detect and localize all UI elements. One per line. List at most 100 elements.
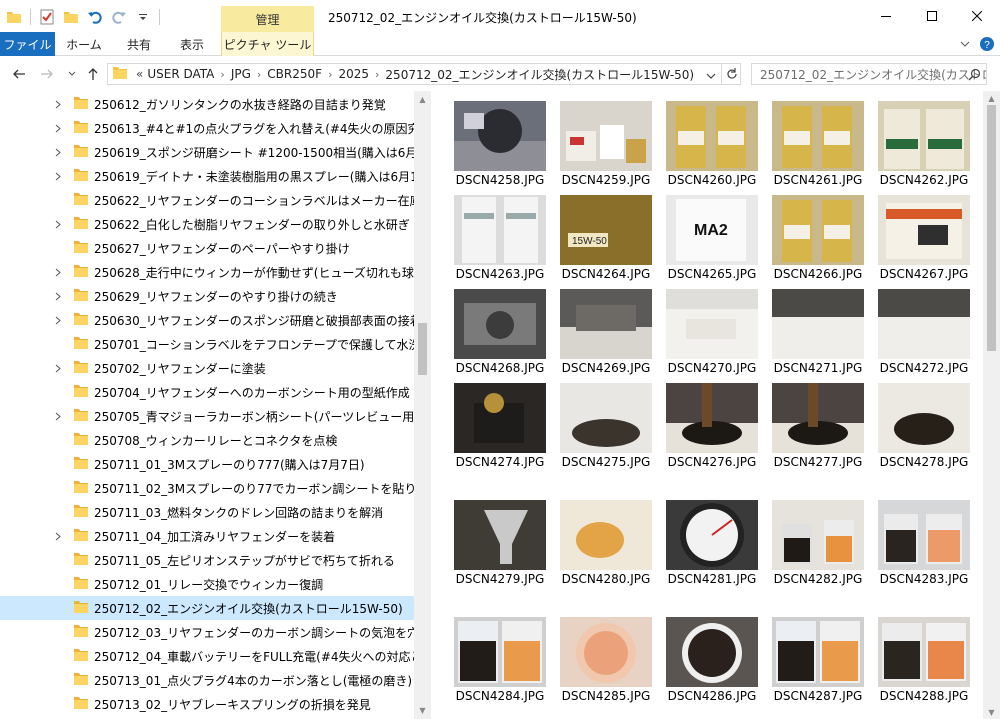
- tab-picture-tools[interactable]: ピクチャ ツール: [221, 32, 314, 56]
- folder-tree-item[interactable]: 250622_白化した樹脂リヤフェンダーの取り外しと水研ぎ: [0, 212, 414, 236]
- scroll-down-icon[interactable]: ▼: [983, 705, 1000, 719]
- file-thumbnail-item[interactable]: DSCN4262.JPG: [878, 101, 970, 191]
- file-thumbnail-item[interactable]: DSCN4268.JPG: [454, 289, 546, 379]
- up-button[interactable]: [84, 65, 102, 83]
- customize-toolbar-icon[interactable]: [133, 7, 153, 27]
- folder-tree-item[interactable]: 250627_リヤフェンダーのペーパーやすり掛け: [0, 236, 414, 260]
- redo-icon[interactable]: [109, 7, 129, 27]
- folder-icon[interactable]: [4, 7, 24, 27]
- address-bar[interactable]: « USER DATA › JPG › CBR250F › 2025 › 250…: [107, 63, 741, 85]
- folder-tree-item[interactable]: 250702_リヤフェンダーに塗装: [0, 356, 414, 380]
- folder-tree-item[interactable]: 250629_リヤフェンダーのやすり掛けの続き: [0, 284, 414, 308]
- file-thumbnail-item[interactable]: DSCN4276.JPG: [666, 383, 758, 473]
- folder-tree-item[interactable]: 250711_04_加工済みリヤフェンダーを装着: [0, 524, 414, 548]
- tab-share[interactable]: 共有: [115, 32, 163, 56]
- tab-home[interactable]: ホーム: [60, 32, 108, 56]
- scroll-up-icon[interactable]: ▲: [414, 91, 431, 108]
- scrollbar-thumb[interactable]: [418, 323, 427, 375]
- breadcrumb-overflow[interactable]: «: [136, 67, 143, 81]
- file-thumbnail-item[interactable]: DSCN4263.JPG: [454, 195, 546, 285]
- file-thumbnail-item[interactable]: DSCN4274.JPG: [454, 383, 546, 473]
- breadcrumb-current-folder[interactable]: 250712_02_エンジンオイル交換(カストロール15W-50): [385, 66, 694, 83]
- search-input[interactable]: 250712_02_エンジンオイル交換(カストロ...: [751, 63, 987, 85]
- chevron-right-icon[interactable]: [52, 122, 64, 134]
- breadcrumb-separator-icon[interactable]: ›: [257, 68, 261, 81]
- file-thumbnail-item[interactable]: DSCN4260.JPG: [666, 101, 758, 191]
- folder-tree-item[interactable]: 250711_05_左ピリオンステップがサビで朽ちて折れる: [0, 548, 414, 572]
- file-thumbnail-item[interactable]: DSCN4271.JPG: [772, 289, 864, 379]
- file-thumbnail-item[interactable]: DSCN4278.JPG: [878, 383, 970, 473]
- search-icon[interactable]: [968, 68, 981, 84]
- minimize-button[interactable]: [863, 0, 909, 32]
- navigation-scrollbar[interactable]: ▲ ▼: [414, 91, 431, 719]
- manage-context-tab[interactable]: 管理: [221, 6, 314, 32]
- scroll-up-icon[interactable]: ▲: [983, 91, 1000, 105]
- back-button[interactable]: [10, 65, 28, 83]
- file-thumbnail-item[interactable]: DSCN4266.JPG: [772, 195, 864, 285]
- help-icon[interactable]: ?: [978, 36, 996, 52]
- file-thumbnail-item[interactable]: DSCN4284.JPG: [454, 617, 546, 707]
- chevron-right-icon[interactable]: [52, 146, 64, 158]
- refresh-icon[interactable]: [721, 63, 741, 85]
- forward-button[interactable]: [38, 65, 56, 83]
- recent-locations-button[interactable]: [63, 65, 81, 83]
- folder-tree-item[interactable]: 250711_03_燃料タンクのドレン回路の詰まりを解消: [0, 500, 414, 524]
- folder-tree-item[interactable]: 250711_02_3Mスプレーのり77でカーボン調シートを貼り直し: [0, 476, 414, 500]
- folder-tree-item[interactable]: 250711_01_3Mスプレーのり777(購入は7月7日): [0, 452, 414, 476]
- folder-tree-item[interactable]: 250712_02_エンジンオイル交換(カストロール15W-50): [0, 596, 414, 620]
- scroll-down-icon[interactable]: ▼: [414, 702, 431, 719]
- folder-tree-item[interactable]: 250713_01_点火プラグ4本のカーボン落とし(電極の磨き): [0, 668, 414, 692]
- folder-tree-item[interactable]: 250613_#4と#1の点火プラグを入れ替え(#4失火の原因究明として初: [0, 116, 414, 140]
- file-thumbnail-item[interactable]: DSCN4275.JPG: [560, 383, 652, 473]
- file-thumbnail-item[interactable]: 15W-50 DSCN4264.JPG: [560, 195, 652, 285]
- folder-tree-item[interactable]: 250713_02_リヤブレーキスプリングの折損を発見: [0, 692, 414, 716]
- folder-tree-item[interactable]: 250704_リヤフェンダーへのカーボンシート用の型紙作成: [0, 380, 414, 404]
- folder-tree-item[interactable]: 250712_01_リレー交換でウィンカー復調: [0, 572, 414, 596]
- properties-icon[interactable]: [37, 7, 57, 27]
- chevron-right-icon[interactable]: [52, 530, 64, 542]
- file-thumbnail-item[interactable]: DSCN4258.JPG: [454, 101, 546, 191]
- file-thumbnail-item[interactable]: DSCN4277.JPG: [772, 383, 864, 473]
- file-thumbnail-item[interactable]: DSCN4267.JPG: [878, 195, 970, 285]
- breadcrumb-separator-icon[interactable]: ›: [375, 68, 379, 81]
- close-button[interactable]: [954, 0, 1000, 32]
- file-thumbnail-item[interactable]: DSCN4280.JPG: [560, 500, 652, 590]
- file-thumbnail-item[interactable]: DSCN4286.JPG: [666, 617, 758, 707]
- file-thumbnail-item[interactable]: DSCN4285.JPG: [560, 617, 652, 707]
- folder-tree-item[interactable]: 250712_03_リヤフェンダーのカーボン調シートの気泡を穴あけで貼り付け: [0, 620, 414, 644]
- new-folder-icon[interactable]: [61, 7, 81, 27]
- file-thumbnail-item[interactable]: DSCN4272.JPG: [878, 289, 970, 379]
- chevron-right-icon[interactable]: [52, 266, 64, 278]
- folder-tree-item[interactable]: 250705_青マジョーラカーボン柄シート(パーツレビュー用): [0, 404, 414, 428]
- breadcrumb-jpg[interactable]: JPG: [231, 67, 251, 81]
- folder-tree-item[interactable]: 250622_リヤフェンダーのコーションラベルはメーカー在庫無し: [0, 188, 414, 212]
- breadcrumb-separator-icon[interactable]: ›: [328, 68, 332, 81]
- folder-tree-item[interactable]: 250712_04_車載バッテリーをFULL充電(#4失火への対応として): [0, 644, 414, 668]
- tab-view[interactable]: 表示: [168, 32, 216, 56]
- chevron-right-icon[interactable]: [52, 290, 64, 302]
- chevron-right-icon[interactable]: [52, 170, 64, 182]
- maximize-button[interactable]: [909, 0, 955, 32]
- file-thumbnail-item[interactable]: DSCN4282.JPG: [772, 500, 864, 590]
- file-thumbnail-item[interactable]: DSCN4259.JPG: [560, 101, 652, 191]
- breadcrumb-cbr250f[interactable]: CBR250F: [267, 67, 322, 81]
- content-scrollbar[interactable]: ▲ ▼: [983, 91, 1000, 719]
- tab-file[interactable]: ファイル: [0, 32, 55, 56]
- file-thumbnail-item[interactable]: DSCN4269.JPG: [560, 289, 652, 379]
- folder-tree-item[interactable]: 250619_スポンジ研磨シート #1200-1500相当(購入は6月17日): [0, 140, 414, 164]
- file-thumbnail-item[interactable]: DSCN4288.JPG: [878, 617, 970, 707]
- chevron-right-icon[interactable]: [52, 314, 64, 326]
- chevron-right-icon[interactable]: [52, 410, 64, 422]
- folder-tree-item[interactable]: 250708_ウィンカーリレーとコネクタを点検: [0, 428, 414, 452]
- breadcrumb-separator-icon[interactable]: ›: [220, 68, 224, 81]
- file-thumbnail-item[interactable]: MA2 DSCN4265.JPG: [666, 195, 758, 285]
- scrollbar-thumb[interactable]: [987, 105, 996, 351]
- file-thumbnail-item[interactable]: DSCN4270.JPG: [666, 289, 758, 379]
- folder-tree-item[interactable]: 250628_走行中にウィンカーが作動せず(ヒューズ切れも球切れ無し): [0, 260, 414, 284]
- chevron-right-icon[interactable]: [52, 362, 64, 374]
- expand-ribbon-icon[interactable]: [958, 36, 972, 52]
- address-dropdown-icon[interactable]: [706, 69, 716, 83]
- undo-icon[interactable]: [85, 7, 105, 27]
- folder-tree-item[interactable]: 250619_デイトナ・未塗装樹脂用の黒スプレー(購入は6月17日): [0, 164, 414, 188]
- breadcrumb-2025[interactable]: 2025: [338, 67, 369, 81]
